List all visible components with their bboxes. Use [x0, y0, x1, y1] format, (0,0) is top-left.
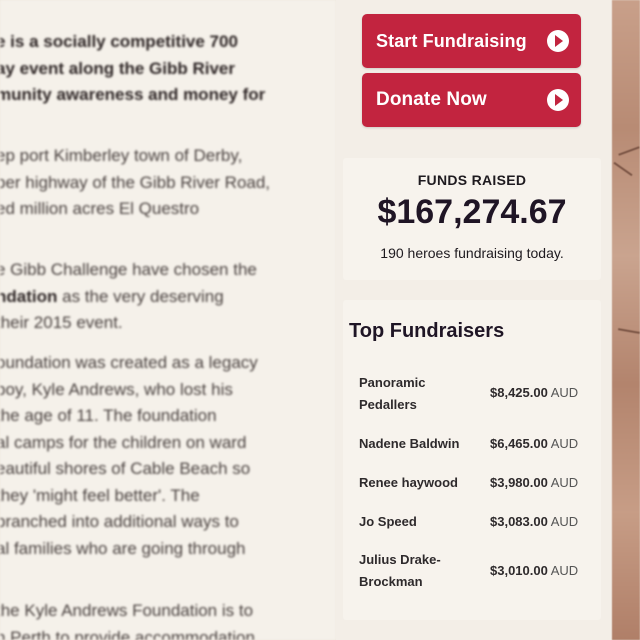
fundraisers-count-text: 190 heroes fundraising today.: [380, 245, 564, 261]
article-line: ndation as the very deserving: [0, 284, 257, 311]
article-paragraph-5: the Kyle Andrews Foundation is to n Pert…: [0, 598, 255, 640]
fundraiser-amount: $3,010.00 AUD: [490, 563, 579, 578]
article-line: al camps for the children on ward: [0, 432, 247, 452]
background-texture: [612, 0, 640, 640]
article-line: e is a socially competitive 700: [0, 32, 238, 51]
top-fundraisers-heading: Top Fundraisers: [349, 320, 505, 342]
article-paragraph-4: oundation was created as a legacy boy, K…: [0, 350, 258, 562]
article-line: ay event along the Gibb River: [0, 58, 236, 78]
article-line: the Kyle Andrews Foundation is to: [0, 601, 254, 620]
article-line: al families who are going through: [0, 538, 246, 558]
article-paragraph-2: ep port Kimberley town of Derby, per hig…: [0, 143, 270, 223]
article-line: eautiful shores of Cable Beach so: [0, 459, 251, 478]
fundraiser-name[interactable]: Jo Speed: [359, 511, 479, 533]
fundraiser-amount: $6,465.00 AUD: [490, 436, 579, 451]
article-line: the age of 11. The foundation: [0, 406, 217, 425]
article-line-rest: as the very deserving: [57, 286, 224, 306]
article-line: munity awareness and money for: [0, 85, 266, 104]
article-line: per highway of the Gibb River Road,: [0, 172, 271, 192]
fundraiser-name[interactable]: Renee haywood: [359, 472, 479, 494]
fundraiser-amount: $3,980.00 AUD: [490, 475, 579, 490]
article-paragraph-3: e Gibb Challenge have chosen the ndation…: [0, 257, 257, 337]
foundation-name-bold: ndation: [0, 286, 58, 306]
fundraiser-amount: $8,425.00 AUD: [490, 385, 579, 400]
article-line: they 'might feel better'. The: [0, 485, 200, 505]
article-line: their 2015 event.: [0, 313, 123, 332]
article-line: e Gibb Challenge have chosen the: [0, 260, 257, 279]
article-line: ep port Kimberley town of Derby,: [0, 146, 243, 165]
funds-raised-amount: $167,274.67: [377, 193, 567, 231]
fundraiser-amount: $3,083.00 AUD: [490, 514, 579, 529]
article-line: branched into additional ways to: [0, 512, 239, 531]
article-paragraph-1: e is a socially competitive 700 ay event…: [0, 29, 265, 109]
fundraiser-name[interactable]: Panoramic Pedallers: [359, 372, 479, 416]
article-line: oundation was created as a legacy: [0, 353, 258, 372]
funds-raised-heading: FUNDS RAISED: [417, 172, 527, 188]
article-line: ed million acres El Questro: [0, 199, 200, 218]
article-line: n Perth to provide accommodation: [0, 627, 255, 640]
article-line: boy, Kyle Andrews, who lost his: [0, 379, 233, 399]
article-body: e is a socially competitive 700 ay event…: [0, 0, 336, 640]
fundraiser-name[interactable]: Julius Drake-Brockman: [359, 549, 464, 593]
fundraiser-name[interactable]: Nadene Baldwin: [359, 433, 479, 455]
